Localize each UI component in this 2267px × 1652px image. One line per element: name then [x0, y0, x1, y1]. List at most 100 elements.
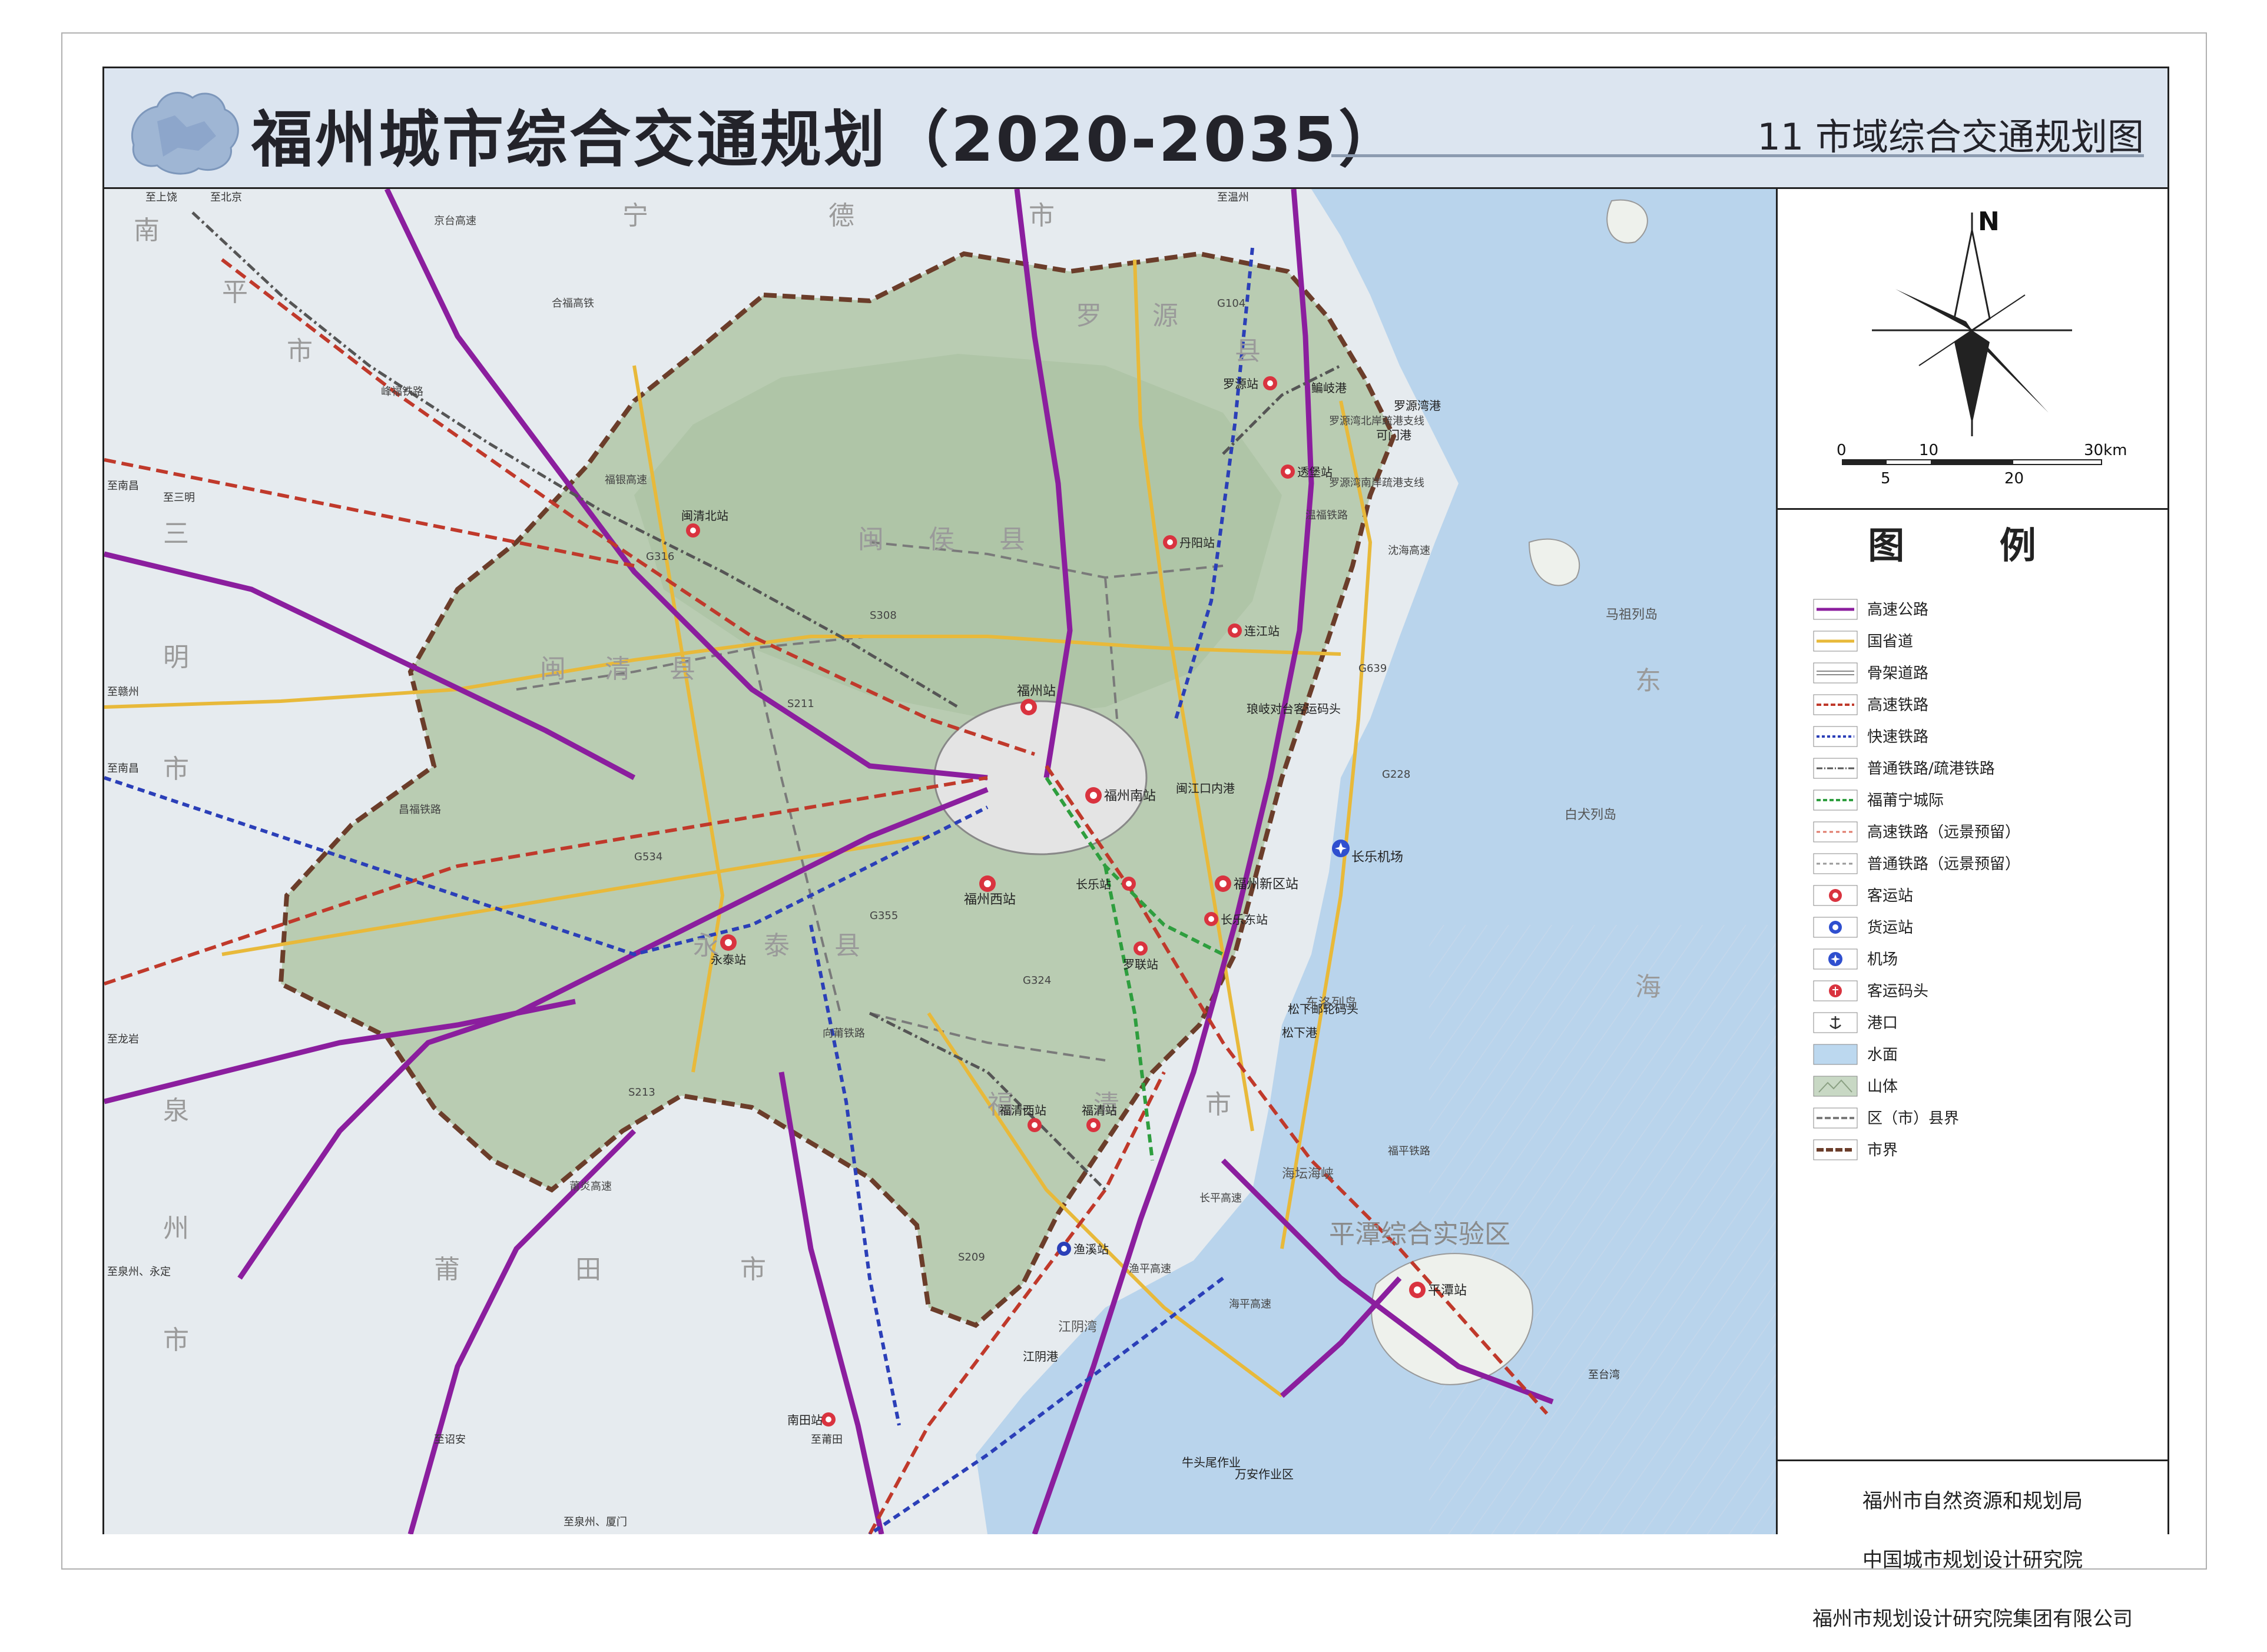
airport-label: 长乐机场 — [1351, 850, 1403, 865]
airport-symbol-icon — [1813, 948, 1858, 970]
header: 福州城市综合交通规划（2020-2035） 11 市域综合交通规划图 — [104, 68, 2167, 189]
sea-label: 海坛海峡 — [1282, 1167, 1334, 1182]
station-label: 福州西站 — [964, 893, 1016, 907]
island — [1606, 199, 1648, 244]
national-road-symbol-icon — [1813, 631, 1858, 652]
scale-label: 0 — [1837, 442, 1847, 459]
legend-panel: N 0 10 30km 5 20 图 例 高速公路 国省道 骨架道路 高速铁路 … — [1778, 189, 2167, 1631]
legend-label: 水面 — [1867, 1046, 1898, 1064]
road-label: 福平铁路 — [1388, 1145, 1430, 1157]
road-label: S213 — [628, 1086, 655, 1099]
map-panel: 南 平 市 宁 德 市 罗 源 县 闽 侯 县 三 明 市 泉 州 市 莆 田 — [104, 189, 1778, 1534]
road-label: 沈海高速 — [1388, 545, 1430, 557]
road-label: G324 — [1023, 974, 1051, 987]
region-label: 县 — [834, 931, 860, 961]
region-label: 闽 — [858, 525, 884, 555]
region-label: 三 — [163, 519, 189, 549]
region-label: 源 — [1152, 301, 1178, 331]
region-label: 泰 — [764, 931, 790, 961]
destination-label: 至上饶 — [145, 191, 177, 204]
destination-label: 至温州 — [1217, 191, 1249, 204]
legend-item-passenger-pier: 客运码头 — [1813, 977, 2143, 1005]
credits-box: 福州市自然资源和规划局 中国城市规划设计研究院 福州市规划设计研究院集团有限公司 — [1778, 1459, 2167, 1652]
station-label: 福州南站 — [1104, 789, 1156, 804]
legend-label: 国省道 — [1867, 633, 1914, 651]
legend-label: 客运站 — [1867, 887, 1914, 905]
water-symbol-icon — [1813, 1044, 1858, 1065]
legend-label: 机场 — [1867, 951, 1898, 968]
road-label: 峰福铁路 — [381, 386, 423, 398]
region-label: 市 — [1029, 201, 1055, 231]
station-label: 长乐站 — [1076, 877, 1111, 891]
map-canvas: 南 平 市 宁 德 市 罗 源 县 闽 侯 县 三 明 市 泉 州 市 莆 田 — [104, 189, 1776, 1534]
destination-label: 至诏安 — [434, 1434, 466, 1446]
road-label: 京台高速 — [434, 215, 476, 227]
legend-item-port: 港口 — [1813, 1009, 2143, 1037]
road-label: G639 — [1358, 662, 1387, 675]
road-label: G316 — [646, 550, 674, 563]
region-label: 东 — [1635, 666, 1661, 696]
legend-label: 货运站 — [1867, 919, 1914, 937]
region-label: 清 — [605, 654, 631, 684]
intercity-rail-symbol-icon — [1813, 789, 1858, 811]
road-label: 向莆铁路 — [823, 1027, 865, 1040]
region-label: 莆 — [434, 1255, 460, 1285]
station-label: 平潭站 — [1428, 1283, 1467, 1298]
legend-label: 山体 — [1867, 1078, 1898, 1096]
destination-label: 至泉州、厦门 — [564, 1516, 627, 1528]
legend-label: 普通铁路（远景预留） — [1867, 855, 2021, 873]
destination-label: 至泉州、永定 — [107, 1266, 171, 1278]
destination-label: 至莆田 — [811, 1434, 843, 1446]
credit-line: 福州市规划设计研究院集团有限公司 — [1812, 1607, 2133, 1631]
destination-label: 至台湾 — [1588, 1369, 1620, 1381]
road-label: 合福高铁 — [552, 297, 594, 310]
future-rail-symbol-icon — [1813, 853, 1858, 874]
road-label: G104 — [1217, 297, 1245, 310]
high-speed-rail-symbol-icon — [1813, 694, 1858, 715]
scale-label: 30km — [2084, 442, 2127, 459]
road-label: S209 — [958, 1251, 985, 1263]
legend-label: 区（市）县界 — [1867, 1110, 1960, 1127]
legend-label: 普通铁路/疏港铁路 — [1867, 760, 1995, 778]
legend-label: 福莆宁城际 — [1867, 792, 1944, 810]
station-label: 闽清北站 — [681, 509, 728, 523]
region-label: 平 — [222, 277, 248, 307]
legend-label: 港口 — [1867, 1014, 1898, 1032]
region-label: 县 — [670, 654, 695, 684]
sea-label: 东洛列岛 — [1305, 996, 1357, 1011]
trunk-road-symbol-icon — [1813, 662, 1858, 684]
port-label: 罗源湾港 — [1394, 399, 1441, 413]
port-label: 江阴港 — [1023, 1349, 1058, 1364]
road-label: 海平高速 — [1229, 1298, 1271, 1311]
region-label: 市 — [163, 1325, 189, 1355]
legend-item-county-boundary: 区（市）县界 — [1813, 1104, 2143, 1132]
conventional-rail-symbol-icon — [1813, 758, 1858, 779]
page-title: 福州城市综合交通规划（2020-2035） — [251, 104, 1403, 175]
anchor-icon — [1813, 1012, 1858, 1033]
port-label: 琅岐对台客运码头 — [1247, 702, 1341, 716]
legend-item-national-road: 国省道 — [1813, 627, 2143, 655]
destination-label: 至三明 — [163, 492, 195, 504]
region-label: 明 — [163, 642, 189, 672]
road-label: G228 — [1382, 768, 1410, 781]
road-label: 莆炎高速 — [569, 1180, 612, 1193]
legend-item-freight-station: 货运站 — [1813, 913, 2143, 941]
legend-item-mountain: 山体 — [1813, 1072, 2143, 1100]
legend-label: 高速铁路 — [1867, 696, 1929, 714]
station-label: 福州新区站 — [1234, 877, 1298, 892]
legend-label: 高速铁路（远景预留） — [1867, 824, 2021, 841]
scale-label: 5 — [1881, 470, 1891, 487]
region-label: 平潭综合实验区 — [1329, 1219, 1510, 1249]
station-label: 罗联站 — [1123, 957, 1158, 971]
region-label: 田 — [575, 1255, 601, 1285]
legend-label: 客运码头 — [1867, 983, 1929, 1000]
region-label: 县 — [999, 525, 1025, 555]
station-label: 长乐东站 — [1221, 913, 1268, 927]
north-label: N — [1978, 207, 2000, 237]
legend-label: 市界 — [1867, 1142, 1898, 1159]
station-label: 永泰站 — [711, 953, 746, 967]
credit-line: 中国城市规划设计研究院 — [1862, 1548, 2083, 1572]
scale-label: 20 — [2004, 470, 2024, 487]
freight-station-symbol-icon — [1813, 917, 1858, 938]
north-arrow-box: N 0 10 30km 5 20 — [1778, 189, 2167, 510]
